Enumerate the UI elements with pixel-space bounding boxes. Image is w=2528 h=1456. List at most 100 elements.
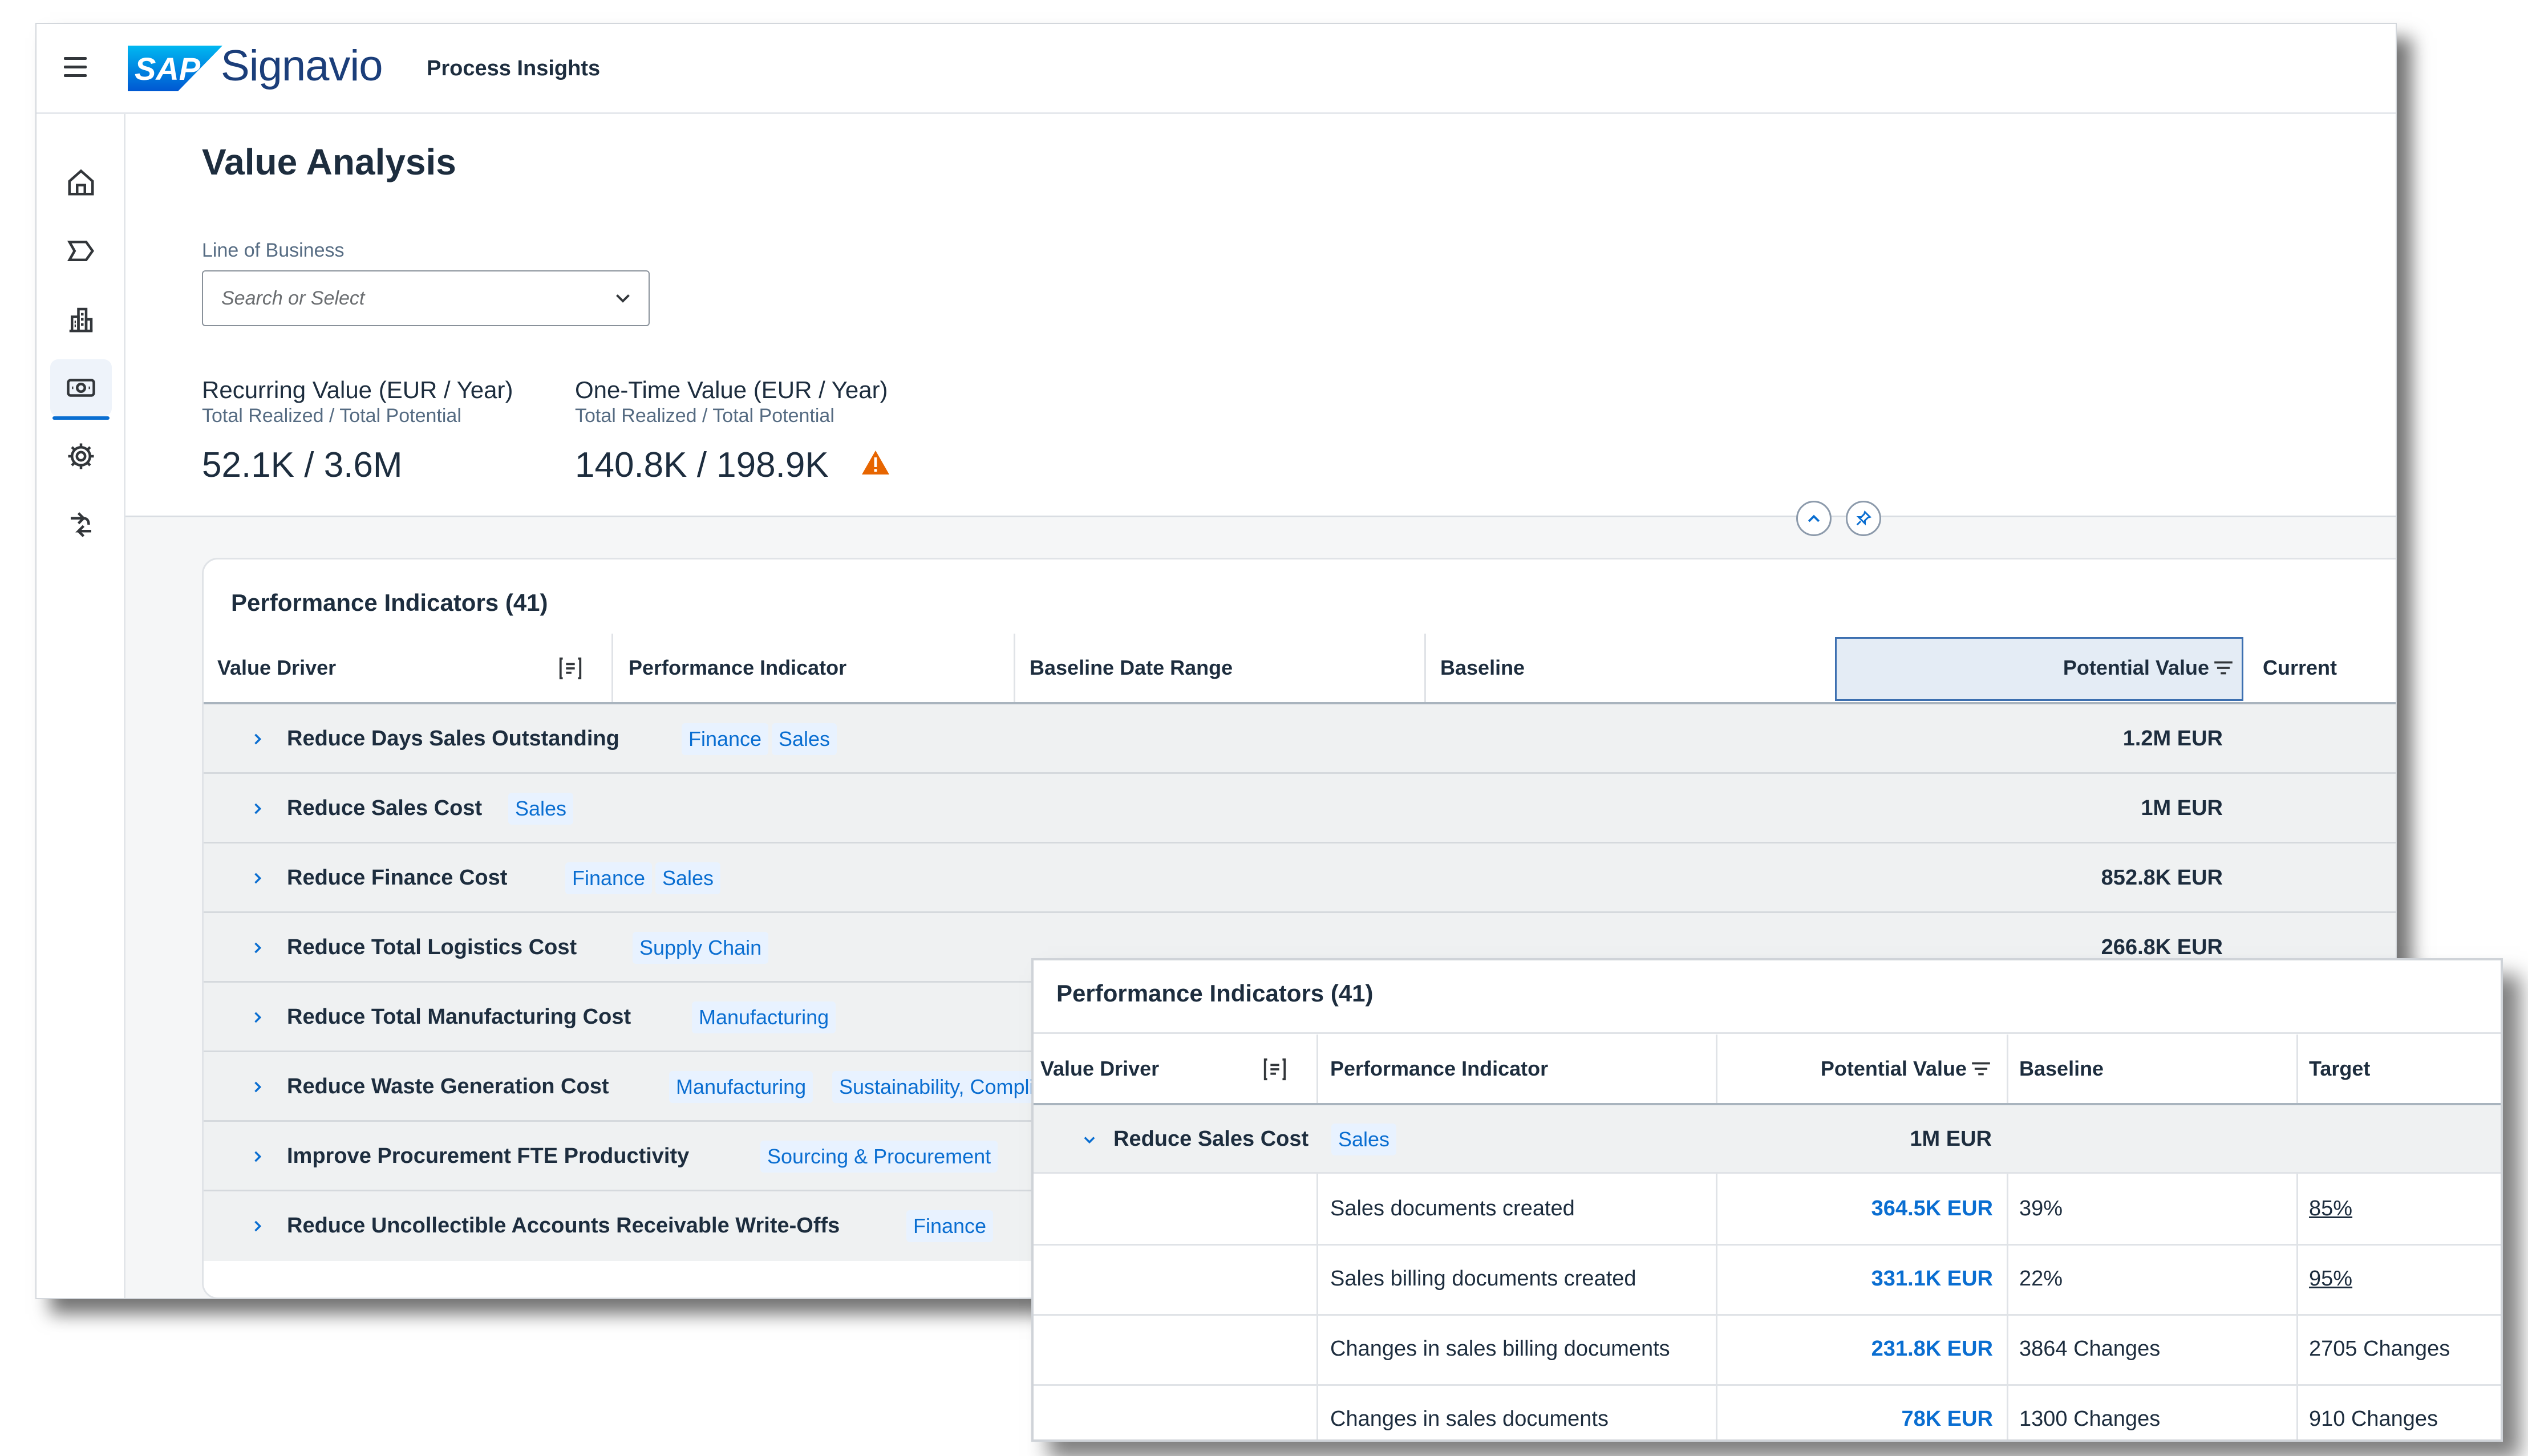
col-header-baseline[interactable]: Baseline — [2019, 1035, 2104, 1103]
potential-value[interactable]: 231.8K EUR — [1718, 1337, 1993, 1361]
sap-logo: SAP — [128, 46, 222, 91]
chevron-right-icon[interactable] — [249, 1009, 265, 1025]
overlay-card-title: Performance Indicators (41) — [1056, 980, 1374, 1007]
header-divider — [125, 516, 2396, 517]
menu-icon[interactable] — [64, 57, 87, 77]
side-navigation — [37, 114, 125, 1298]
nav-settings[interactable] — [50, 428, 112, 485]
chevron-right-icon[interactable] — [249, 1218, 265, 1234]
target-value: 2705 Changes — [2309, 1337, 2450, 1361]
chevron-down-icon[interactable] — [613, 287, 633, 308]
target-link[interactable]: 85% — [2309, 1197, 2352, 1221]
performance-indicators-expanded-card: Performance Indicators (41) Value Driver… — [1031, 958, 2503, 1442]
value-driver-label: Reduce Finance Cost — [287, 866, 508, 890]
sort-descending-icon[interactable] — [1970, 1060, 1992, 1077]
potential-value: 1M EUR — [2141, 796, 2223, 820]
potential-value[interactable]: 331.1K EUR — [1718, 1267, 1993, 1291]
target-link[interactable]: 95% — [2309, 1267, 2352, 1291]
target-value: 910 Changes — [2309, 1407, 2438, 1431]
chevron-right-icon[interactable] — [249, 731, 265, 747]
line-of-business-select[interactable] — [202, 270, 650, 326]
value-icon — [67, 379, 95, 397]
col-header-value-driver[interactable]: Value Driver — [1040, 1035, 1159, 1103]
transfer-icon — [71, 512, 91, 537]
potential-value: 852.8K EUR — [2101, 866, 2223, 890]
tag-sourcing-procurement: Sourcing & Procurement — [760, 1141, 998, 1173]
nav-home[interactable] — [50, 154, 112, 211]
indicator-name[interactable]: Changes in sales documents — [1330, 1407, 1609, 1431]
warning-icon[interactable] — [861, 449, 890, 476]
column-settings-icon[interactable] — [557, 655, 584, 682]
group-potential-value: 1M EUR — [1910, 1127, 1992, 1151]
nav-process[interactable] — [50, 222, 112, 279]
col-header-target[interactable]: Target — [2309, 1035, 2370, 1103]
value-driver-label: Reduce Sales Cost — [287, 796, 483, 820]
nav-value[interactable] — [50, 359, 112, 420]
buildings-icon — [69, 307, 93, 332]
nav-transfer[interactable] — [50, 496, 112, 553]
kpi-recurring-value: 52.1K / 3.6M — [202, 445, 403, 485]
chevron-right-icon[interactable] — [249, 870, 265, 886]
potential-value: 1.2M EUR — [2122, 727, 2223, 751]
value-driver-label: Reduce Days Sales Outstanding — [287, 727, 619, 751]
line-of-business-label: Line of Business — [202, 240, 345, 261]
tag-finance: Finance — [565, 862, 653, 894]
tag-finance: Finance — [682, 723, 769, 755]
tag-finance: Finance — [906, 1210, 994, 1242]
tag-sales: Sales — [655, 862, 721, 894]
kpi-recurring-subtitle: Total Realized / Total Potential — [202, 405, 461, 427]
chevron-up-icon — [1808, 514, 1820, 522]
pin-header-button[interactable] — [1846, 501, 1881, 536]
chevron-right-icon[interactable] — [249, 1079, 265, 1095]
collapse-header-button[interactable] — [1796, 501, 1832, 536]
indicator-name[interactable]: Sales documents created — [1330, 1197, 1575, 1221]
value-driver-label: Improve Procurement FTE Productivity — [287, 1144, 690, 1168]
process-icon — [67, 241, 95, 261]
indicator-name[interactable]: Sales billing documents created — [1330, 1267, 1636, 1291]
baseline-value: 3864 Changes — [2019, 1337, 2161, 1361]
col-header-baseline[interactable]: Baseline — [1440, 634, 1525, 702]
value-driver-label: Reduce Waste Generation Cost — [287, 1074, 609, 1098]
chevron-right-icon[interactable] — [249, 940, 265, 956]
sort-descending-icon[interactable] — [2213, 659, 2234, 676]
col-header-value-driver[interactable]: Value Driver — [217, 634, 336, 702]
potential-value[interactable]: 364.5K EUR — [1718, 1197, 1993, 1221]
tag-manufacturing: Manufacturing — [669, 1071, 813, 1103]
value-driver-label: Reduce Total Manufacturing Cost — [287, 1005, 631, 1029]
page-title: Value Analysis — [202, 141, 456, 182]
chevron-right-icon[interactable] — [249, 801, 265, 817]
potential-value: 266.8K EUR — [2101, 935, 2223, 959]
column-settings-icon[interactable] — [1262, 1056, 1288, 1082]
tag-sales: Sales — [1331, 1124, 1397, 1155]
kpi-onetime-title: One-Time Value (EUR / Year) — [575, 376, 888, 403]
value-driver-label: Reduce Total Logistics Cost — [287, 935, 577, 959]
tag-manufacturing: Manufacturing — [692, 1001, 836, 1033]
indicator-name[interactable]: Changes in sales billing documents — [1330, 1337, 1670, 1361]
col-header-baseline-date-range[interactable]: Baseline Date Range — [1030, 634, 1233, 702]
tag-sales: Sales — [772, 723, 837, 755]
shellbar: SAP Signavio Process Insights — [37, 24, 2396, 114]
nav-buildings[interactable] — [50, 291, 112, 348]
home-icon — [68, 169, 94, 196]
chevron-right-icon[interactable] — [249, 1149, 265, 1165]
col-header-potential-value[interactable]: Potential Value — [1718, 1035, 1992, 1103]
tag-sustainability: Sustainability, Complian — [832, 1071, 1064, 1103]
col-header-potential-value[interactable]: Potential Value — [1846, 634, 2234, 702]
baseline-value: 1300 Changes — [2019, 1407, 2161, 1431]
potential-value[interactable]: 78K EUR — [1718, 1407, 1994, 1431]
baseline-value: 22% — [2019, 1267, 2063, 1291]
chevron-down-icon[interactable] — [1081, 1131, 1097, 1147]
value-driver-label: Reduce Uncollectible Accounts Receivable… — [287, 1214, 840, 1238]
signavio-wordmark: Signavio — [221, 42, 383, 90]
kpi-onetime-value: 140.8K / 198.9K — [575, 445, 829, 485]
col-header-current[interactable]: Current — [2263, 634, 2337, 702]
kpi-onetime-subtitle: Total Realized / Total Potential — [575, 405, 834, 427]
col-header-performance-indicator[interactable]: Performance Indicator — [629, 634, 846, 702]
card-title: Performance Indicators (41) — [231, 589, 548, 616]
value-driver-label: Reduce Sales Cost — [1113, 1127, 1309, 1151]
col-header-performance-indicator[interactable]: Performance Indicator — [1330, 1035, 1548, 1103]
tag-sales: Sales — [508, 793, 574, 825]
baseline-value: 39% — [2019, 1197, 2063, 1220]
pin-icon — [1856, 510, 1872, 526]
product-name: Process Insights — [427, 56, 601, 80]
